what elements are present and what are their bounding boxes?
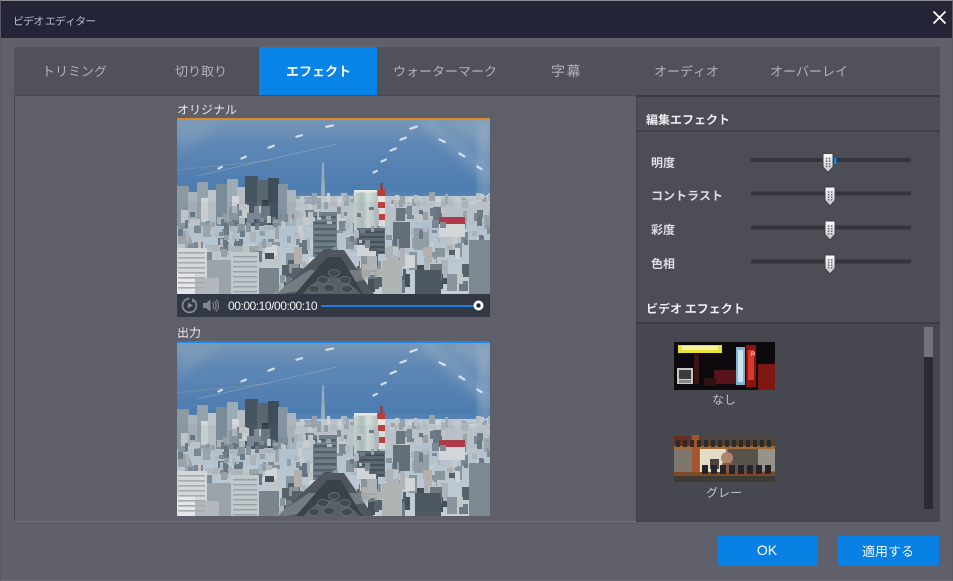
svg-text:R: R (751, 352, 756, 358)
